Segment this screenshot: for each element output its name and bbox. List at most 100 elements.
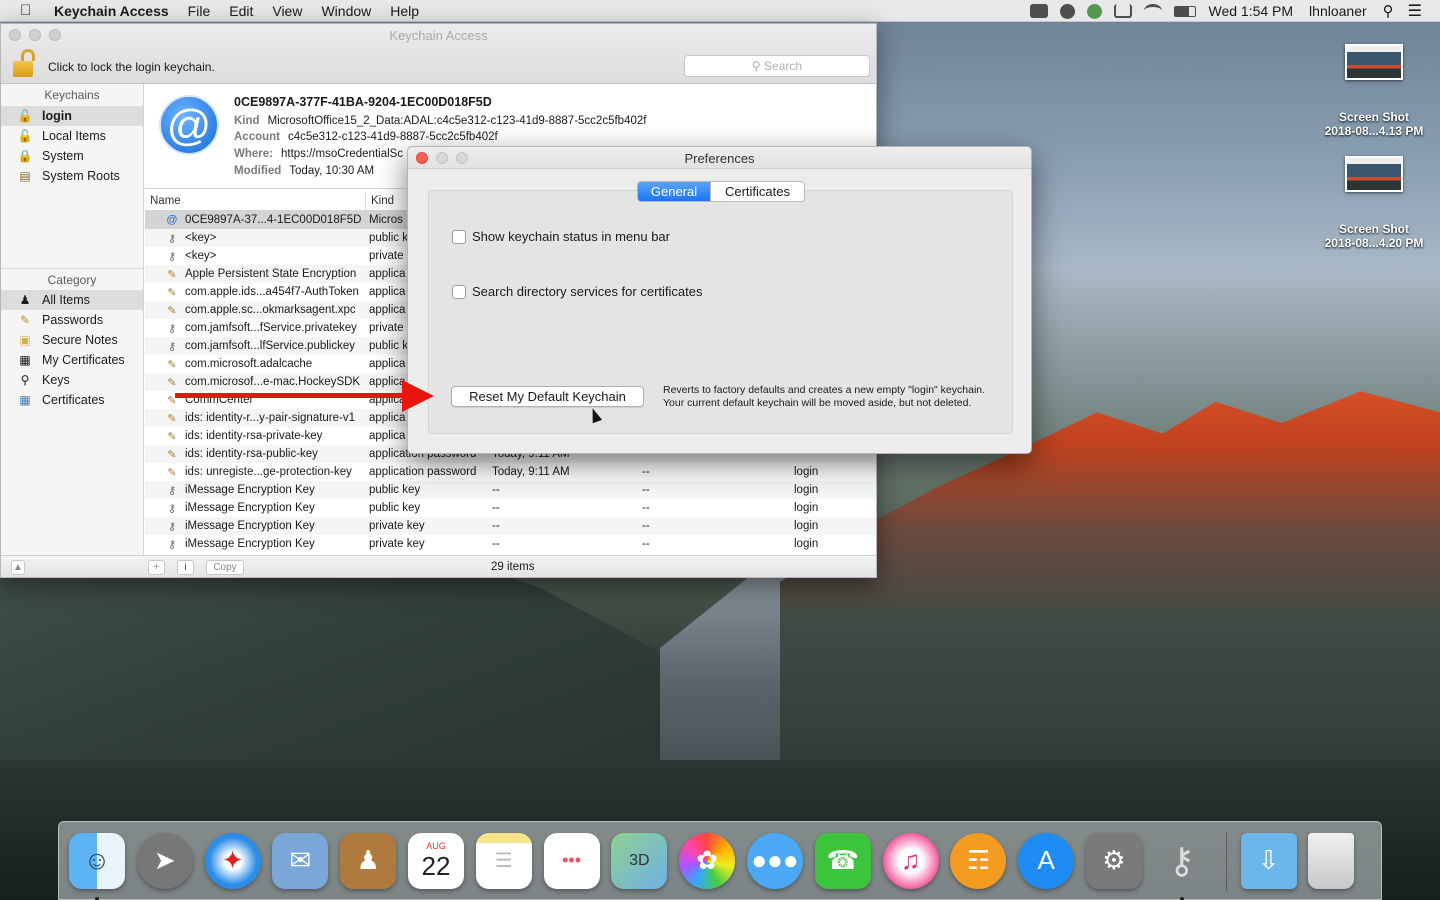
mail-icon[interactable]: ✉ [272,832,329,889]
cell-name: ✎ ids: identity-rsa-private-key [145,430,366,443]
launchpad-icon[interactable]: ➤ [136,832,193,889]
cell-date-modified: Today, 9:11 AM [492,466,570,478]
sidebar-item-my-certificates[interactable]: ▦ My Certificates [1,350,143,370]
unlock-icon[interactable] [13,49,35,79]
facetime-icon[interactable]: ☎ [814,832,871,889]
cell-name: ✎ com.apple.ids...a454f7-AuthToken [145,286,366,299]
show-status-checkbox[interactable]: Show keychain status in menu bar [452,229,670,244]
cell-name: ⚷ iMessage Encryption Key [145,502,366,515]
file-name-line2: 2018-08...4.20 PM [1324,236,1424,250]
sidebar-item-keys[interactable]: ⚲ Keys [1,370,143,390]
sidebar-item-certificates[interactable]: ▦ Certificates [1,390,143,410]
desktop-file-screenshot-1[interactable]: Screen Shot 2018-08...4.13 PM [1319,44,1429,138]
menu-user[interactable]: lhnloaner [1309,3,1367,19]
dock: ☺ ➤ ✦ ✉ ♟ AUG 22 ☰ ••• 3D ✿ ●●● ☎ ♫ ☶ A … [58,821,1382,900]
cell-name: ✎ Apple Persistent State Encryption [145,268,366,281]
sync-icon[interactable] [1087,3,1103,19]
detail-title: 0CE9897A-377F-41BA-9204-1EC00D018F5D [234,95,492,109]
menu-file[interactable]: File [188,3,211,19]
cell-kind: public key [369,502,421,514]
sidebar-item-passwords[interactable]: ✎ Passwords [1,310,143,330]
detail-where: Where: https://msoCredentialSc [234,148,404,160]
tab-certificates[interactable]: Certificates [710,182,804,201]
key-icon: ⚷ [167,502,177,515]
table-row[interactable]: ⚷ iMessage Encryption Key public key -- -- lo… [145,481,876,499]
cell-expires: -- [642,484,650,496]
safari-icon[interactable]: ✦ [204,832,261,889]
sidebar-item-login[interactable]: 🔓 login [1,106,143,126]
battery-icon[interactable] [1174,5,1197,17]
cell-name: ⚷ <key> [145,232,366,245]
calendar-icon[interactable]: AUG 22 [407,832,464,889]
finder-icon[interactable]: ☺ [69,832,125,900]
table-row[interactable]: ⚷ iMessage Encryption Key private key -- -- l… [145,517,876,535]
checkbox-box[interactable] [452,229,466,244]
creative-cloud-icon[interactable] [1030,4,1049,18]
checkbox-box[interactable] [452,284,466,299]
cell-kind: private key [369,520,425,532]
itunes-icon[interactable]: ♫ [882,832,939,889]
wifi-icon[interactable] [1144,4,1163,18]
status-area: Wed 1:54 PM lhnloaner ⚲ ☰ [1030,0,1440,22]
unlocked-padlock-icon: 🔓 [17,129,33,143]
cell-name: ⚷ com.jamfsoft...fService.privatekey [145,322,366,335]
pencil-icon: ✎ [167,358,177,371]
keychain-titlebar: Keychain Access Click to lock the login … [1,24,876,84]
desktop-file-screenshot-2[interactable]: Screen Shot 2018-08...4.20 PM [1319,156,1429,250]
sidebar-item-system-roots[interactable]: ▤ System Roots [1,166,143,186]
reminders-icon[interactable]: ••• [543,832,600,889]
checkbox-label: Search directory services for certificat… [472,284,703,299]
add-item-button[interactable]: + [148,560,165,575]
menu-app-name[interactable]: Keychain Access [54,3,169,19]
preferences-titlebar: Preferences [408,147,1031,169]
column-name[interactable]: Name [145,191,366,210]
trash-icon[interactable] [1308,832,1355,889]
show-info-toggle-icon[interactable]: ▲ [11,560,25,575]
sidebar-item-all-items[interactable]: ♟ All Items [1,290,143,310]
cell-date-modified: -- [492,484,500,496]
ibooks-icon[interactable]: ☶ [950,832,1007,889]
key-icon: ⚷ [167,322,177,335]
search-input[interactable]: ⚲ Search [684,55,870,77]
sidebar-item-system[interactable]: 🔒 System [1,146,143,166]
reset-default-keychain-button[interactable]: Reset My Default Keychain [451,386,644,407]
spotlight-search-icon[interactable]: ⚲ [1383,2,1394,20]
globe-icon[interactable] [1060,3,1076,19]
notification-list-icon[interactable]: ☰ [1408,1,1422,21]
photos-icon[interactable]: ✿ [679,832,736,889]
info-button[interactable]: i [177,560,194,575]
table-row[interactable]: ⚷ iMessage Encryption Key public key -- -- lo… [145,499,876,517]
tab-general[interactable]: General [638,182,710,201]
sidebar-item-local-items[interactable]: 🔓 Local Items [1,126,143,146]
menu-edit[interactable]: Edit [229,3,253,19]
menu-help[interactable]: Help [390,3,419,19]
search-placeholder: Search [764,59,803,73]
app-store-icon[interactable]: A [1018,832,1075,889]
system-preferences-icon[interactable]: ⚙ [1085,832,1142,889]
maps-icon[interactable]: 3D [611,832,668,889]
menu-window[interactable]: Window [321,3,371,19]
table-row[interactable]: ✎ ids: unregiste...ge-protection-key appli… [145,463,876,481]
apple-menu-icon[interactable]:  [20,2,34,19]
cell-name: ✎ com.apple.sc...okmarksagent.xpc [145,304,366,317]
sidebar-item-secure-notes[interactable]: ▣ Secure Notes [1,330,143,350]
contacts-icon[interactable]: ♟ [340,832,397,889]
key-icon: ⚷ [167,250,177,263]
notes-icon[interactable]: ☰ [475,832,532,889]
table-row[interactable]: ⚷ iMessage Encryption Key private key -- -- l… [145,535,876,553]
menu-clock[interactable]: Wed 1:54 PM [1208,3,1293,19]
checkbox-label: Show keychain status in menu bar [472,229,670,244]
cell-keychain: login [794,502,819,514]
downloads-folder-icon[interactable]: ⇩ [1240,832,1297,889]
messages-icon[interactable]: ●●● [746,832,803,889]
pencil-icon: ✎ [167,376,177,389]
copy-button[interactable]: Copy [206,560,244,575]
internet-password-icon: @ [159,95,219,155]
key-icon: ⚷ [167,484,177,497]
airplay-icon[interactable] [1114,4,1133,18]
keychain-access-icon[interactable]: ⚷ [1154,833,1210,900]
cell-date-modified: -- [492,538,500,550]
menu-view[interactable]: View [272,3,302,19]
general-pane: Show keychain status in menu bar Search … [428,190,1013,434]
search-directory-checkbox[interactable]: Search directory services for certificat… [452,284,702,299]
